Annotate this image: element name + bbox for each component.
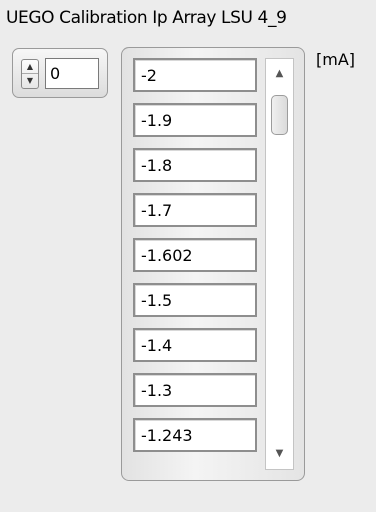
array-element[interactable]: -1.9 bbox=[133, 103, 257, 137]
index-spinner[interactable]: ▲ ▼ bbox=[21, 59, 39, 89]
scroll-up-arrow-icon[interactable]: ▲ bbox=[266, 63, 293, 83]
unit-label: [mA] bbox=[316, 50, 356, 69]
array-element[interactable]: -1.3 bbox=[133, 373, 257, 407]
array-element[interactable]: -1.243 bbox=[133, 418, 257, 452]
array-element[interactable]: -1.8 bbox=[133, 148, 257, 182]
array-title: UEGO Calibration Ip Array LSU 4_9 bbox=[6, 8, 287, 28]
array-element[interactable]: -1.7 bbox=[133, 193, 257, 227]
array-element[interactable]: -1.5 bbox=[133, 283, 257, 317]
array-frame: -2 -1.9 -1.8 -1.7 -1.602 -1.5 -1.4 -1.3 -1.243 ▲… bbox=[121, 47, 305, 481]
array-element[interactable]: -1.4 bbox=[133, 328, 257, 362]
decrement-icon[interactable]: ▼ bbox=[22, 74, 38, 88]
scroll-down-arrow-icon[interactable]: ▼ bbox=[266, 443, 293, 463]
increment-icon[interactable]: ▲ bbox=[22, 60, 38, 74]
array-element[interactable]: -1.602 bbox=[133, 238, 257, 272]
array-index-control: ▲ ▼ bbox=[12, 48, 108, 98]
array-element[interactable]: -2 bbox=[133, 58, 257, 92]
array-index-field[interactable] bbox=[45, 58, 99, 89]
vertical-scrollbar[interactable]: ▲ ▼ bbox=[265, 58, 294, 470]
scroll-thumb[interactable] bbox=[271, 95, 288, 135]
